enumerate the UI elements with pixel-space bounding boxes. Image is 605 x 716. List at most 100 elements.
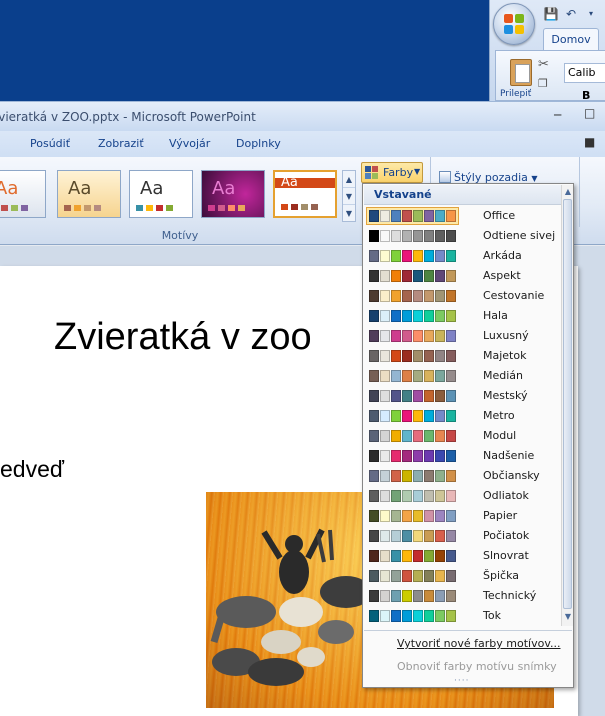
theme-thumbnail[interactable]: Aa [129, 170, 193, 218]
colors-button[interactable]: Farby ▼ [361, 162, 423, 183]
color-swatch [391, 610, 401, 622]
color-scheme-item[interactable]: Modul [364, 426, 561, 446]
chevron-down-icon[interactable]: ▾ [582, 5, 600, 23]
color-swatch [391, 370, 401, 382]
gallery-scrollbar[interactable]: ▲ ▼ ▼ [342, 170, 356, 222]
create-new-theme-colors[interactable]: Vytvoriť nové farby motívov... [397, 637, 560, 650]
color-swatch [435, 310, 445, 322]
maximize-icon[interactable]: □ [584, 106, 595, 120]
color-scheme-item[interactable]: Počiatok [364, 526, 561, 546]
color-swatch [446, 250, 456, 262]
color-scheme-item[interactable]: Majetok [364, 346, 561, 366]
color-swatches [367, 328, 458, 344]
color-swatch [424, 490, 434, 502]
tab-review[interactable]: Posúdiť [30, 137, 70, 150]
color-swatches [367, 568, 458, 584]
color-swatch [435, 450, 445, 462]
mini-ribbon: Prilepiť ✂ ❐ Calib B [495, 50, 605, 102]
color-scheme-label: Mestský [483, 389, 528, 402]
font-name-input[interactable]: Calib [564, 63, 605, 83]
color-swatch [413, 570, 423, 582]
office-button[interactable] [493, 3, 535, 45]
minimize-icon[interactable]: ─ [554, 108, 561, 122]
color-swatch [380, 230, 390, 242]
color-swatch [380, 310, 390, 322]
tab-home[interactable]: Domov [543, 28, 599, 50]
color-scheme-item[interactable]: Arkáda [364, 246, 561, 266]
color-swatch [446, 270, 456, 282]
color-swatch [413, 210, 423, 222]
color-scheme-item[interactable]: Luxusný [364, 326, 561, 346]
slide-title[interactable]: Zvieratká v zoo [54, 316, 312, 359]
color-swatch [402, 530, 412, 542]
color-scheme-item[interactable]: Cestovanie [364, 286, 561, 306]
theme-thumbnail[interactable]: Aa [0, 170, 46, 218]
color-scheme-item[interactable]: Odliatok [364, 486, 561, 506]
color-swatch [391, 510, 401, 522]
resize-grip-icon[interactable]: ···· [454, 676, 469, 686]
color-scheme-item[interactable]: Nadšenie [364, 446, 561, 466]
color-scheme-item[interactable]: Občiansky [364, 466, 561, 486]
color-swatches [367, 288, 458, 304]
theme-thumbnail[interactable]: Aa [201, 170, 265, 218]
color-swatch [402, 330, 412, 342]
save-icon[interactable]: 💾 [542, 5, 560, 23]
color-swatch [391, 470, 401, 482]
color-scheme-item[interactable]: Metro [364, 406, 561, 426]
color-scheme-item[interactable]: Tok [364, 606, 561, 626]
theme-thumbnail-selected[interactable]: Aa [273, 170, 337, 218]
color-swatch [369, 310, 379, 322]
color-swatch [413, 230, 423, 242]
color-swatch [446, 470, 456, 482]
chevron-up-icon[interactable]: ▲ [562, 187, 574, 196]
color-scheme-item[interactable]: Hala [364, 306, 561, 326]
color-swatch [413, 530, 423, 542]
paste-button[interactable] [506, 57, 536, 87]
color-swatch [435, 250, 445, 262]
color-swatches [367, 588, 458, 604]
color-scheme-label: Slnovrat [483, 549, 529, 562]
color-swatch [391, 410, 401, 422]
color-swatch [424, 250, 434, 262]
chevron-down-icon[interactable]: ▼ [343, 188, 355, 205]
color-swatch [369, 510, 379, 522]
cut-icon[interactable]: ✂ [538, 57, 549, 72]
color-scheme-item[interactable]: Odtiene sivej [364, 226, 561, 246]
reset-slide-theme-colors[interactable]: Obnoviť farby motívu snímky [397, 660, 557, 673]
undo-icon[interactable]: ↶ [562, 5, 580, 23]
scrollbar-thumb[interactable] [563, 199, 572, 609]
color-scheme-item[interactable]: Technický [364, 586, 561, 606]
color-swatch [446, 450, 456, 462]
color-swatch [446, 290, 456, 302]
color-swatch [446, 610, 456, 622]
color-swatch [369, 270, 379, 282]
theme-thumbnail[interactable]: Aa [57, 170, 121, 218]
tab-add-ins[interactable]: Doplnky [236, 137, 281, 150]
color-scheme-item[interactable]: Slnovrat [364, 546, 561, 566]
chevron-up-icon[interactable]: ▲ [343, 171, 355, 188]
color-swatch [402, 390, 412, 402]
color-swatch [402, 410, 412, 422]
dropdown-scrollbar[interactable]: ▲ ▼ [561, 185, 573, 626]
copy-icon[interactable]: ❐ [538, 77, 548, 90]
color-scheme-item[interactable]: Office [364, 206, 561, 226]
color-scheme-item[interactable]: Špička [364, 566, 561, 586]
more-icon[interactable]: ▼ [343, 205, 355, 222]
chevron-down-icon[interactable]: ▼ [562, 612, 574, 621]
color-swatch [413, 330, 423, 342]
restore-icon[interactable]: ■ [584, 135, 595, 149]
tab-developer[interactable]: Vývojár [169, 137, 210, 150]
color-scheme-item[interactable]: Mestský [364, 386, 561, 406]
color-scheme-item[interactable]: Aspekt [364, 266, 561, 286]
color-swatch [435, 390, 445, 402]
color-swatch [402, 450, 412, 462]
color-swatches [367, 468, 458, 484]
color-swatch [369, 370, 379, 382]
color-swatch [380, 550, 390, 562]
color-scheme-item[interactable]: Papier [364, 506, 561, 526]
color-scheme-item[interactable]: Medián [364, 366, 561, 386]
color-swatch [446, 550, 456, 562]
color-swatch [424, 270, 434, 282]
slide-bullet-text[interactable]: edveď [0, 456, 64, 483]
tab-view[interactable]: Zobraziť [98, 137, 144, 150]
